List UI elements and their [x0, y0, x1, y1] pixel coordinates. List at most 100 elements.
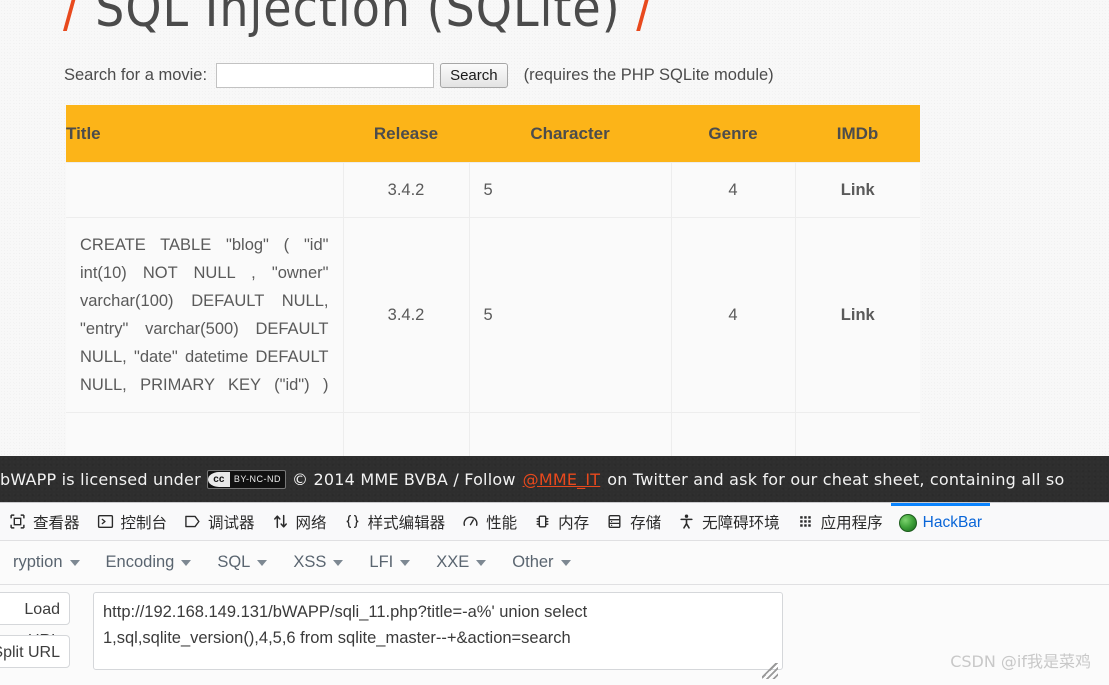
- hackbar-menu-label: Other: [512, 553, 554, 571]
- devtools-tab-label: 应用程序: [820, 514, 883, 532]
- chevron-down-icon: [476, 559, 487, 566]
- style-editor-icon: [343, 512, 362, 531]
- devtools-tab-label: 存储: [630, 514, 662, 532]
- cc-mark: cc: [207, 471, 230, 487]
- cell-release: 3.4.2: [343, 162, 470, 218]
- screenshot-root: / SQL Injection (SQLite) / Search for a …: [0, 0, 1109, 685]
- column-header-release[interactable]: Release: [343, 105, 469, 163]
- column-header-character[interactable]: Character: [469, 105, 671, 163]
- page-title-text: SQL Injection (SQLite): [95, 0, 621, 39]
- console-icon: [96, 512, 115, 531]
- cell-release: [343, 412, 470, 456]
- devtools-tab-network[interactable]: 网络: [263, 503, 335, 540]
- chevron-down-icon: [560, 559, 571, 566]
- devtools-toolbar: 查看器 控制台 调试器 网络 样式编辑器 性能 内存 存储 无障碍环境 应用程序…: [0, 503, 1109, 541]
- search-label: Search for a movie:: [64, 66, 208, 84]
- column-header-title[interactable]: Title: [66, 105, 343, 163]
- load-url-button[interactable]: Load URL: [0, 592, 70, 649]
- storage-icon: [605, 512, 624, 531]
- title-slash-left: /: [63, 0, 80, 39]
- chevron-down-icon: [257, 559, 268, 566]
- column-header-genre[interactable]: Genre: [671, 105, 795, 163]
- devtools-tab-storage[interactable]: 存储: [597, 503, 669, 540]
- devtools-tab-label: HackBar: [922, 514, 983, 531]
- search-input[interactable]: [216, 63, 435, 88]
- cc-terms: BY-NC-ND: [233, 474, 282, 484]
- page-title: / SQL Injection (SQLite) /: [63, 0, 653, 38]
- network-icon: [271, 512, 290, 531]
- memory-icon: [533, 512, 552, 531]
- search-note: (requires the PHP SQLite module): [523, 66, 774, 84]
- cell-imdb-link[interactable]: Link: [795, 217, 920, 413]
- hackbar-body: Load URL Split URL http://192.168.149.13…: [0, 585, 1109, 685]
- search-button[interactable]: Search: [440, 63, 508, 88]
- hackbar-menu-label: SQL: [217, 553, 251, 571]
- cell-genre: 4: [671, 217, 796, 413]
- devtools-tab-label: 样式编辑器: [367, 514, 446, 532]
- debugger-icon: [183, 512, 202, 531]
- title-slash-right: /: [636, 0, 653, 39]
- devtools-tab-label: 调试器: [208, 514, 255, 532]
- table-row: [66, 412, 920, 456]
- footer-tail-text: on Twitter and ask for our cheat sheet, …: [607, 469, 1065, 489]
- hackbar-menu-other[interactable]: Other: [499, 553, 583, 572]
- devtools-panel: 查看器 控制台 调试器 网络 样式编辑器 性能 内存 存储 无障碍环境 应用程序…: [0, 502, 1109, 685]
- bwapp-page: / SQL Injection (SQLite) / Search for a …: [0, 0, 1109, 456]
- devtools-tab-debugger[interactable]: 调试器: [175, 503, 263, 540]
- chevron-down-icon: [69, 559, 80, 566]
- hackbar-menu-lfi[interactable]: LFI: [356, 553, 423, 572]
- hackbar-menu-label: LFI: [369, 553, 394, 571]
- hackbar-menu-label: ryption: [13, 553, 63, 571]
- inspector-icon: [8, 512, 27, 531]
- devtools-tab-performance[interactable]: 性能: [453, 503, 525, 540]
- url-input[interactable]: http://192.168.149.131/bWAPP/sqli_11.php…: [93, 592, 783, 670]
- cell-character: 5: [469, 162, 672, 218]
- devtools-tab-application[interactable]: 应用程序: [788, 503, 891, 540]
- hackbar-menu-bar: ryption Encoding SQL XSS LFI XXE Other: [0, 541, 1109, 585]
- cell-character: [469, 412, 672, 456]
- performance-icon: [461, 512, 480, 531]
- hackbar-menu-encryption[interactable]: ryption: [0, 553, 93, 572]
- accessibility-icon: [677, 512, 696, 531]
- hackbar-menu-label: XSS: [293, 553, 327, 571]
- hackbar-menu-xss[interactable]: XSS: [280, 553, 356, 572]
- creative-commons-icon: cc BY-NC-ND: [206, 469, 287, 489]
- results-table: Title Release Character Genre IMDb 3.4.2…: [66, 105, 920, 456]
- cell-title: CREATE TABLE "blog" ( "id" int(10) NOT N…: [66, 217, 344, 413]
- devtools-tab-inspector[interactable]: 查看器: [0, 503, 88, 540]
- hackbar-menu-xxe[interactable]: XXE: [423, 553, 499, 572]
- devtools-tab-label: 查看器: [33, 514, 80, 532]
- devtools-tab-style-editor[interactable]: 样式编辑器: [335, 503, 454, 540]
- twitter-link[interactable]: @MME_IT: [523, 470, 601, 489]
- devtools-tab-label: 性能: [486, 514, 518, 532]
- search-form: Search for a movie: Search (requires the…: [64, 63, 774, 88]
- cell-character: 5: [469, 217, 672, 413]
- application-icon: [796, 512, 815, 531]
- cell-title: [66, 162, 344, 218]
- hackbar-menu-label: Encoding: [105, 553, 175, 571]
- devtools-tab-label: 控制台: [120, 514, 168, 532]
- column-header-imdb[interactable]: IMDb: [795, 105, 920, 163]
- split-url-button[interactable]: Split URL: [0, 635, 70, 668]
- hackbar-logo-icon: [898, 514, 917, 532]
- cell-imdb-link[interactable]: Link: [795, 162, 920, 218]
- devtools-tab-label: 网络: [295, 514, 327, 532]
- devtools-tab-hackbar[interactable]: HackBar: [890, 503, 991, 540]
- devtools-tab-memory[interactable]: 内存: [525, 503, 597, 540]
- devtools-tab-label: 内存: [558, 514, 590, 532]
- cell-genre: 4: [671, 162, 796, 218]
- hackbar-menu-sql[interactable]: SQL: [204, 553, 280, 572]
- site-footer: bWAPP is licensed under cc BY-NC-ND © 20…: [0, 456, 1109, 502]
- table-row: CREATE TABLE "blog" ( "id" int(10) NOT N…: [66, 217, 920, 413]
- chevron-down-icon: [400, 559, 411, 566]
- devtools-tab-accessibility[interactable]: 无障碍环境: [669, 503, 788, 540]
- cell-genre: [671, 412, 796, 456]
- footer-copyright: © 2014 MME BVBA / Follow: [292, 469, 516, 489]
- hackbar-menu-encoding[interactable]: Encoding: [93, 553, 205, 572]
- table-row: 3.4.2 5 4 Link: [66, 162, 920, 218]
- chevron-down-icon: [181, 559, 192, 566]
- devtools-tab-label: 无障碍环境: [702, 514, 780, 532]
- cell-imdb-link: [795, 412, 920, 456]
- devtools-tab-console[interactable]: 控制台: [88, 503, 176, 540]
- table-header-row: Title Release Character Genre IMDb: [66, 105, 920, 163]
